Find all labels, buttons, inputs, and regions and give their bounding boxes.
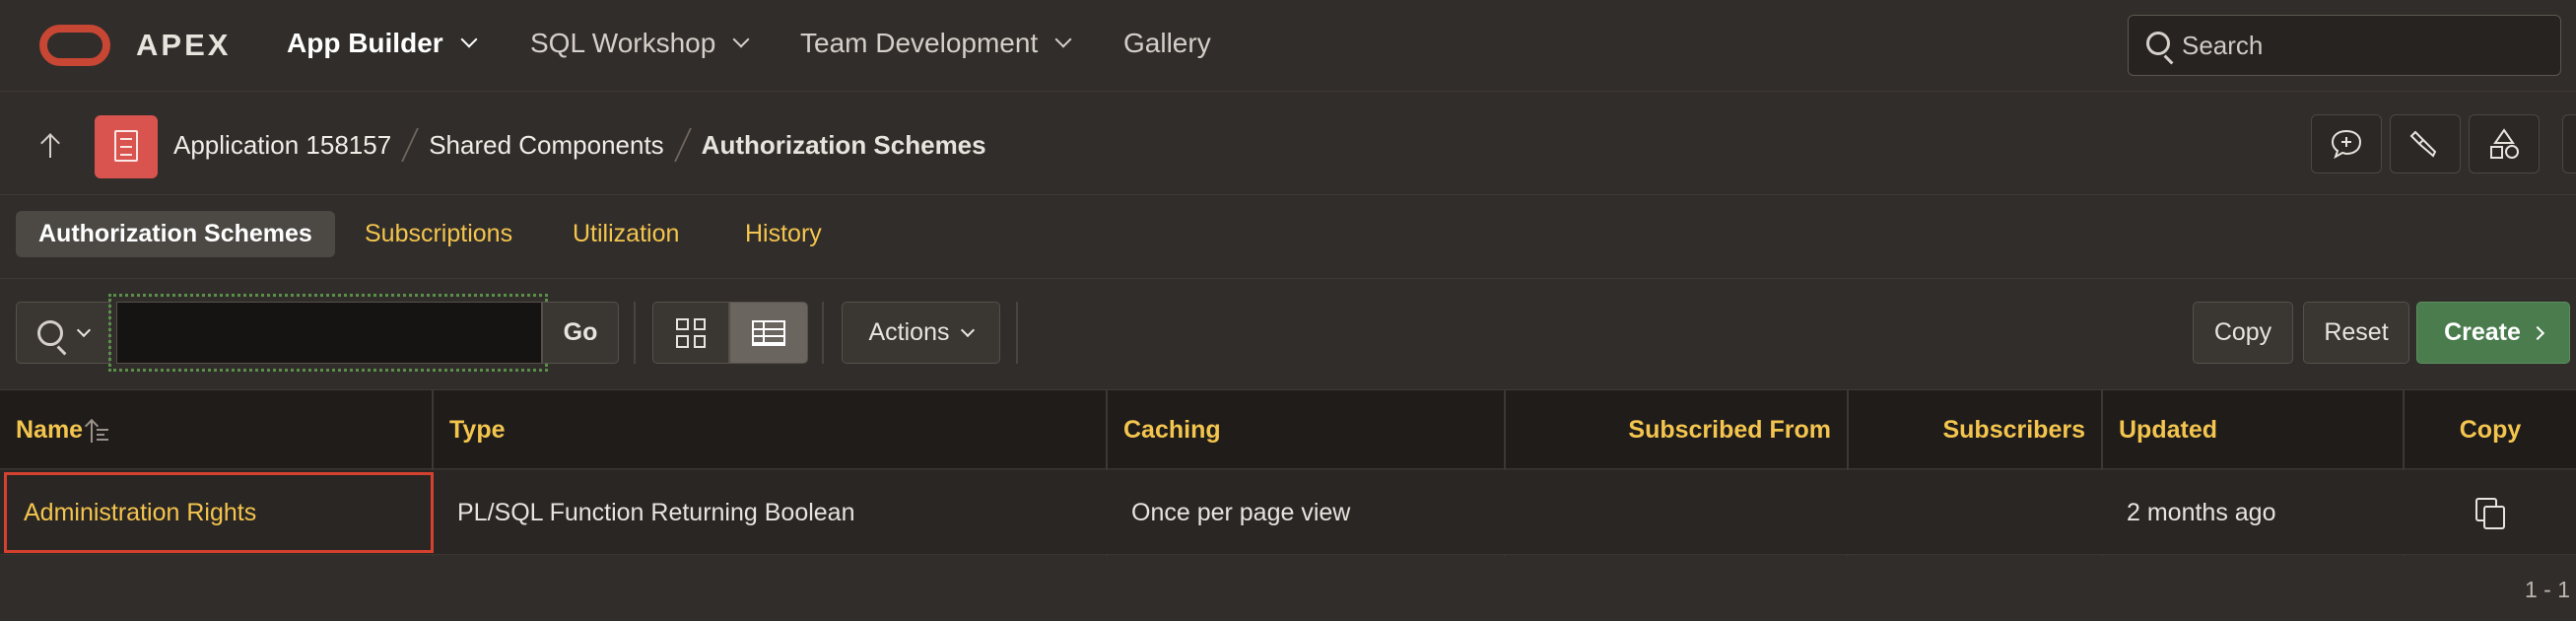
column-header-caching[interactable]: Caching	[1108, 390, 1504, 469]
search-column-dropdown[interactable]	[16, 302, 110, 364]
report-toolbar: Go Actions Copy Reset Create	[0, 280, 2576, 390]
nav-team-development[interactable]: Team Development	[800, 28, 1072, 59]
toolbar-divider	[1016, 302, 1018, 364]
tab-bar: Authorization Schemes Subscriptions Util…	[0, 196, 2576, 279]
row-copy-button[interactable]	[2405, 470, 2576, 555]
nav-app-builder[interactable]: App Builder	[287, 28, 478, 59]
report-view-button[interactable]	[729, 302, 808, 364]
column-header-copy[interactable]: Copy	[2405, 390, 2576, 469]
copy-icon	[2475, 498, 2505, 529]
breadcrumb: Application 158157 Shared Components Aut…	[173, 128, 986, 162]
go-button[interactable]: Go	[542, 302, 619, 364]
row-type: PL/SQL Function Returning Boolean	[457, 498, 855, 526]
nav-label: SQL Workshop	[530, 28, 716, 58]
nav-label: Gallery	[1123, 28, 1211, 58]
report-search-input[interactable]	[116, 302, 542, 364]
developer-tools-button[interactable]	[2390, 114, 2461, 173]
application-icon[interactable]	[95, 115, 158, 178]
column-header-updated[interactable]: Updated	[2103, 390, 2403, 469]
row-caching: Once per page view	[1131, 498, 1351, 526]
icon-view-button[interactable]	[652, 302, 729, 364]
chevron-down-icon	[76, 322, 92, 337]
chevron-down-icon[interactable]	[732, 31, 750, 48]
sort-ascending-icon	[91, 417, 109, 443]
reset-button[interactable]: Reset	[2303, 302, 2409, 364]
row-name-link[interactable]: Administration Rights	[0, 470, 432, 555]
row-subscribed-from	[1506, 470, 1847, 555]
breadcrumb-current-page: Authorization Schemes	[701, 129, 986, 160]
breadcrumb-separator	[673, 128, 692, 162]
shapes-icon	[2490, 128, 2519, 159]
column-header-type[interactable]: Type	[434, 390, 1106, 469]
column-header-subscribed-from[interactable]: Subscribed From	[1506, 390, 1847, 469]
chevron-right-icon	[2530, 325, 2544, 340]
breadcrumb-application[interactable]: Application 158157	[173, 130, 391, 161]
table-row: Administration Rights PL/SQL Function Re…	[0, 470, 2576, 555]
breadcrumb-shared-components[interactable]: Shared Components	[429, 130, 663, 161]
toolbar-divider	[634, 302, 636, 364]
chevron-down-icon	[961, 322, 976, 337]
create-label: Create	[2444, 318, 2521, 346]
top-navigation-bar: APEX App Builder SQL Workshop Team Devel…	[0, 0, 2576, 92]
pagination-range: 1 - 1	[2524, 577, 2570, 602]
developer-tools-icon	[2409, 130, 2437, 158]
search-input[interactable]	[2182, 28, 2546, 63]
breadcrumb-separator	[401, 128, 420, 162]
row-subscribers	[1849, 470, 2101, 555]
oracle-logo-icon[interactable]	[39, 25, 110, 66]
overflow-button[interactable]	[2562, 114, 2576, 173]
nav-sql-workshop[interactable]: SQL Workshop	[530, 28, 750, 59]
toolbar-divider	[822, 302, 824, 364]
create-button[interactable]: Create	[2416, 302, 2570, 364]
document-icon	[114, 130, 138, 162]
nav-label: App Builder	[287, 28, 443, 58]
column-header-subscribers[interactable]: Subscribers	[1849, 390, 2101, 469]
tab-authorization-schemes[interactable]: Authorization Schemes	[16, 211, 335, 257]
tab-history[interactable]: History	[722, 211, 845, 257]
feedback-icon	[2331, 129, 2362, 160]
breadcrumb-bar: Application 158157 Shared Components Aut…	[0, 93, 2576, 195]
nav-gallery[interactable]: Gallery	[1123, 28, 1211, 59]
column-header-label: Name	[16, 415, 84, 444]
arrow-up-icon[interactable]	[39, 132, 61, 158]
shapes-button[interactable]	[2469, 114, 2540, 173]
table-header-row: Name Type Caching Subscribed From Subscr…	[0, 390, 2576, 469]
chevron-down-icon[interactable]	[1054, 31, 1072, 48]
copy-button[interactable]: Copy	[2193, 302, 2293, 364]
search-icon	[37, 319, 63, 346]
grid-view-icon	[676, 317, 706, 348]
chevron-down-icon[interactable]	[460, 31, 478, 48]
tab-utilization[interactable]: Utilization	[550, 211, 702, 257]
nav-label: Team Development	[800, 28, 1039, 58]
actions-menu-button[interactable]: Actions	[842, 302, 1000, 364]
global-search[interactable]	[2128, 15, 2561, 76]
actions-label: Actions	[868, 318, 950, 346]
search-icon	[2146, 32, 2170, 55]
brand-name: APEX	[136, 28, 232, 62]
feedback-button[interactable]	[2311, 114, 2382, 173]
row-updated: 2 months ago	[2127, 498, 2276, 526]
column-header-name[interactable]: Name	[0, 390, 432, 469]
tab-subscriptions[interactable]: Subscriptions	[342, 211, 535, 257]
table-view-icon	[752, 319, 785, 346]
